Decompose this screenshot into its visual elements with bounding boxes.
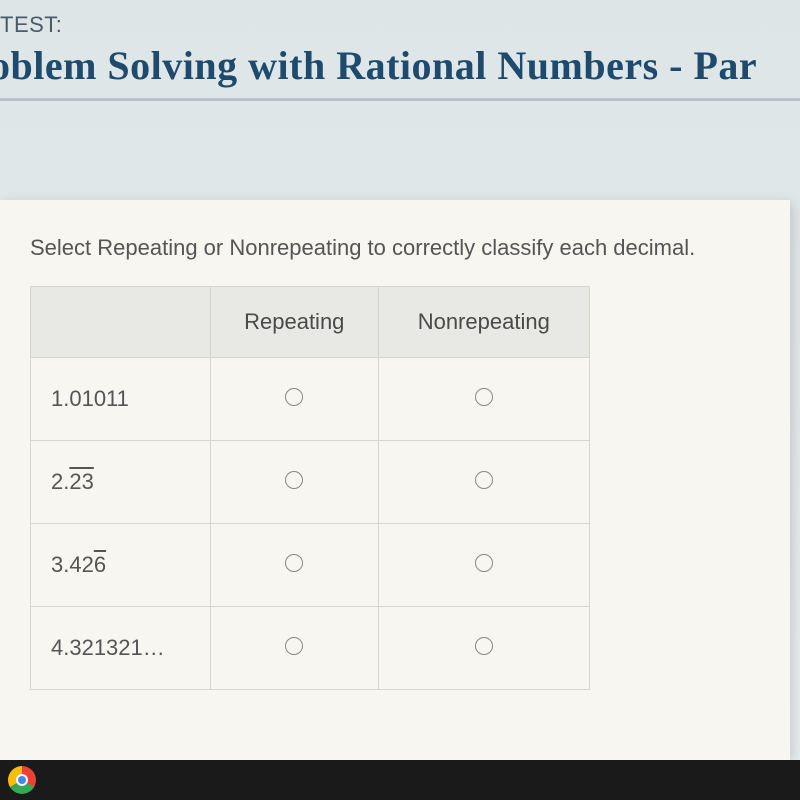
chrome-inner-icon [16, 774, 28, 786]
radio-icon [475, 388, 493, 406]
screen-area: TEST: oblem Solving with Rational Number… [0, 0, 800, 760]
radio-row2-repeating[interactable] [211, 441, 379, 524]
radio-row1-nonrepeating[interactable] [378, 358, 589, 441]
table-header-row: Repeating Nonrepeating [31, 287, 590, 358]
radio-icon [285, 388, 303, 406]
radio-icon [285, 637, 303, 655]
taskbar [0, 760, 800, 800]
radio-row3-nonrepeating[interactable] [378, 524, 589, 607]
radio-row1-repeating[interactable] [211, 358, 379, 441]
radio-icon [285, 554, 303, 572]
classify-table: Repeating Nonrepeating 1.01011 2.23 [30, 286, 590, 690]
header-blank [31, 287, 211, 358]
decimal-label-2: 2.23 [31, 441, 211, 524]
test-label: TEST: [0, 12, 62, 38]
radio-icon [475, 554, 493, 572]
chrome-icon[interactable] [8, 766, 36, 794]
decimal-label-3: 3.426 [31, 524, 211, 607]
page-title: oblem Solving with Rational Numbers - Pa… [0, 42, 757, 89]
decimal-label-1: 1.01011 [31, 358, 211, 441]
table-row: 2.23 [31, 441, 590, 524]
header-nonrepeating: Nonrepeating [378, 287, 589, 358]
table-row: 4.321321… [31, 607, 590, 690]
radio-row3-repeating[interactable] [211, 524, 379, 607]
question-prompt: Select Repeating or Nonrepeating to corr… [30, 235, 760, 261]
decimal-label-4: 4.321321… [31, 607, 211, 690]
radio-row4-nonrepeating[interactable] [378, 607, 589, 690]
header-repeating: Repeating [211, 287, 379, 358]
radio-row2-nonrepeating[interactable] [378, 441, 589, 524]
title-underline [0, 98, 800, 101]
radio-icon [475, 637, 493, 655]
table-row: 1.01011 [31, 358, 590, 441]
radio-icon [285, 471, 303, 489]
question-card: Select Repeating or Nonrepeating to corr… [0, 200, 790, 760]
radio-row4-repeating[interactable] [211, 607, 379, 690]
table-row: 3.426 [31, 524, 590, 607]
radio-icon [475, 471, 493, 489]
